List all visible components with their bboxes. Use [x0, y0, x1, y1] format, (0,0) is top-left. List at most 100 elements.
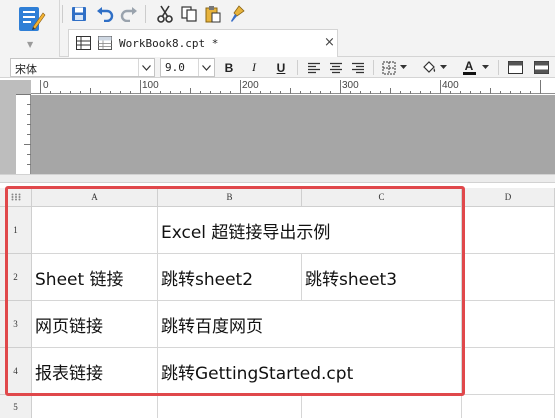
cell-b5[interactable]	[158, 395, 302, 418]
border-button[interactable]	[380, 59, 398, 76]
font-size-select[interactable]: 9.0	[160, 58, 215, 77]
tab-label: WorkBook8.cpt *	[119, 37, 219, 50]
cut-button[interactable]	[154, 3, 176, 25]
paste-icon	[205, 6, 221, 23]
align-right-icon	[352, 62, 364, 73]
designer-window: ▼ WorkBook8.cpt * × 宋体 9.0 B I U A 0 100…	[0, 0, 555, 418]
font-size-value: 9.0	[165, 61, 185, 74]
vertical-ruler-ticks	[16, 94, 31, 165]
format-toolbar: 宋体 9.0 B I U A	[0, 57, 555, 78]
cell-d2[interactable]	[462, 254, 555, 301]
row-header-2[interactable]: 2	[0, 254, 32, 301]
align-center-icon	[330, 62, 342, 73]
fill-color-button[interactable]	[420, 59, 438, 76]
toolbar-separator	[498, 60, 499, 75]
table-icon	[533, 61, 549, 74]
undo-icon	[97, 7, 114, 22]
ruler-label: 0	[43, 80, 49, 91]
align-left-button[interactable]	[305, 59, 323, 76]
font-family-value: 宋体	[15, 63, 37, 76]
chevron-down-icon[interactable]	[480, 59, 490, 76]
freeze-columns-button[interactable]	[532, 59, 550, 76]
chevron-down-icon	[138, 59, 154, 76]
cell-d4[interactable]	[462, 348, 555, 395]
page-canvas	[31, 95, 555, 174]
toolbar-separator	[297, 60, 298, 75]
column-header-a[interactable]: A	[32, 188, 158, 207]
font-family-select[interactable]: 宋体	[10, 58, 155, 77]
cell-a2[interactable]: Sheet 链接	[32, 254, 158, 301]
cell-a3[interactable]: 网页链接	[32, 301, 158, 348]
italic-button[interactable]: I	[245, 59, 263, 76]
copy-button[interactable]	[178, 3, 200, 25]
ruler-ticks	[40, 80, 541, 94]
select-all-corner[interactable]	[0, 188, 32, 207]
freeze-rows-button[interactable]	[506, 59, 524, 76]
left-strip: ▼	[0, 0, 60, 57]
vertical-ruler	[16, 94, 31, 174]
align-left-icon	[308, 62, 320, 73]
save-button[interactable]	[68, 3, 90, 25]
cell-a1[interactable]	[32, 207, 158, 254]
redo-button[interactable]	[118, 3, 140, 25]
table-icon	[507, 61, 523, 74]
tab-bar: WorkBook8.cpt * ×	[60, 28, 555, 57]
quick-toolbar	[60, 0, 555, 28]
redo-icon	[120, 7, 137, 22]
grid-icon	[76, 36, 91, 50]
cell-d5[interactable]	[462, 395, 555, 418]
chevron-down-icon[interactable]	[398, 59, 408, 76]
cell-b1[interactable]: Excel 超链接导出示例	[158, 207, 462, 254]
tab-workbook[interactable]: WorkBook8.cpt * ×	[68, 29, 338, 57]
cell-b2[interactable]: 跳转sheet2	[158, 254, 302, 301]
cut-icon	[157, 5, 173, 23]
column-header-d[interactable]: D	[462, 188, 555, 207]
row-header-3[interactable]: 3	[0, 301, 32, 348]
chevron-down-icon	[198, 59, 214, 76]
sheet-icon	[98, 36, 112, 50]
chevron-down-icon[interactable]	[438, 59, 448, 76]
ruler-label: 300	[342, 80, 359, 91]
border-icon	[382, 61, 396, 74]
horizontal-scrollbar[interactable]	[0, 174, 555, 183]
column-header-b[interactable]: B	[158, 188, 302, 207]
save-icon	[72, 7, 86, 21]
toolbar-separator	[373, 60, 374, 75]
app-logo-icon[interactable]	[17, 5, 47, 35]
copy-icon	[181, 6, 197, 22]
ruler-label: 200	[242, 80, 259, 91]
cell-b3[interactable]: 跳转百度网页	[158, 301, 462, 348]
font-color-letter: A	[464, 58, 474, 73]
bold-button[interactable]: B	[220, 59, 238, 76]
cell-d3[interactable]	[462, 301, 555, 348]
undo-button[interactable]	[94, 3, 116, 25]
canvas-margin	[0, 80, 16, 174]
ruler-label: 100	[142, 80, 159, 91]
cell-a4[interactable]: 报表链接	[32, 348, 158, 395]
horizontal-ruler: 0 100 200 300 400	[31, 80, 555, 94]
row-header-1[interactable]: 1	[0, 207, 32, 254]
font-color-swatch	[462, 71, 476, 75]
paste-button[interactable]	[202, 3, 224, 25]
close-icon[interactable]: ×	[324, 35, 335, 50]
row-header-5[interactable]: 5	[0, 395, 32, 418]
toolbar-separator	[62, 5, 63, 23]
paint-bucket-icon	[423, 60, 436, 73]
row-header-4[interactable]: 4	[0, 348, 32, 395]
cell-a5[interactable]	[32, 395, 158, 418]
align-right-button[interactable]	[349, 59, 367, 76]
align-center-button[interactable]	[327, 59, 345, 76]
format-painter-icon	[231, 5, 245, 22]
underline-button[interactable]: U	[272, 59, 290, 76]
cell-c2[interactable]: 跳转sheet3	[302, 254, 462, 301]
cell-c5[interactable]	[302, 395, 462, 418]
font-color-button[interactable]: A	[460, 59, 478, 76]
ruler-label: 400	[442, 80, 459, 91]
column-header-c[interactable]: C	[302, 188, 462, 207]
logo-dropdown-icon[interactable]: ▼	[27, 40, 33, 49]
grid-dots-icon	[11, 193, 20, 201]
format-painter-button[interactable]	[226, 3, 248, 25]
cell-b4[interactable]: 跳转GettingStarted.cpt	[158, 348, 462, 395]
cell-d1[interactable]	[462, 207, 555, 254]
ruler-corner	[16, 80, 31, 94]
